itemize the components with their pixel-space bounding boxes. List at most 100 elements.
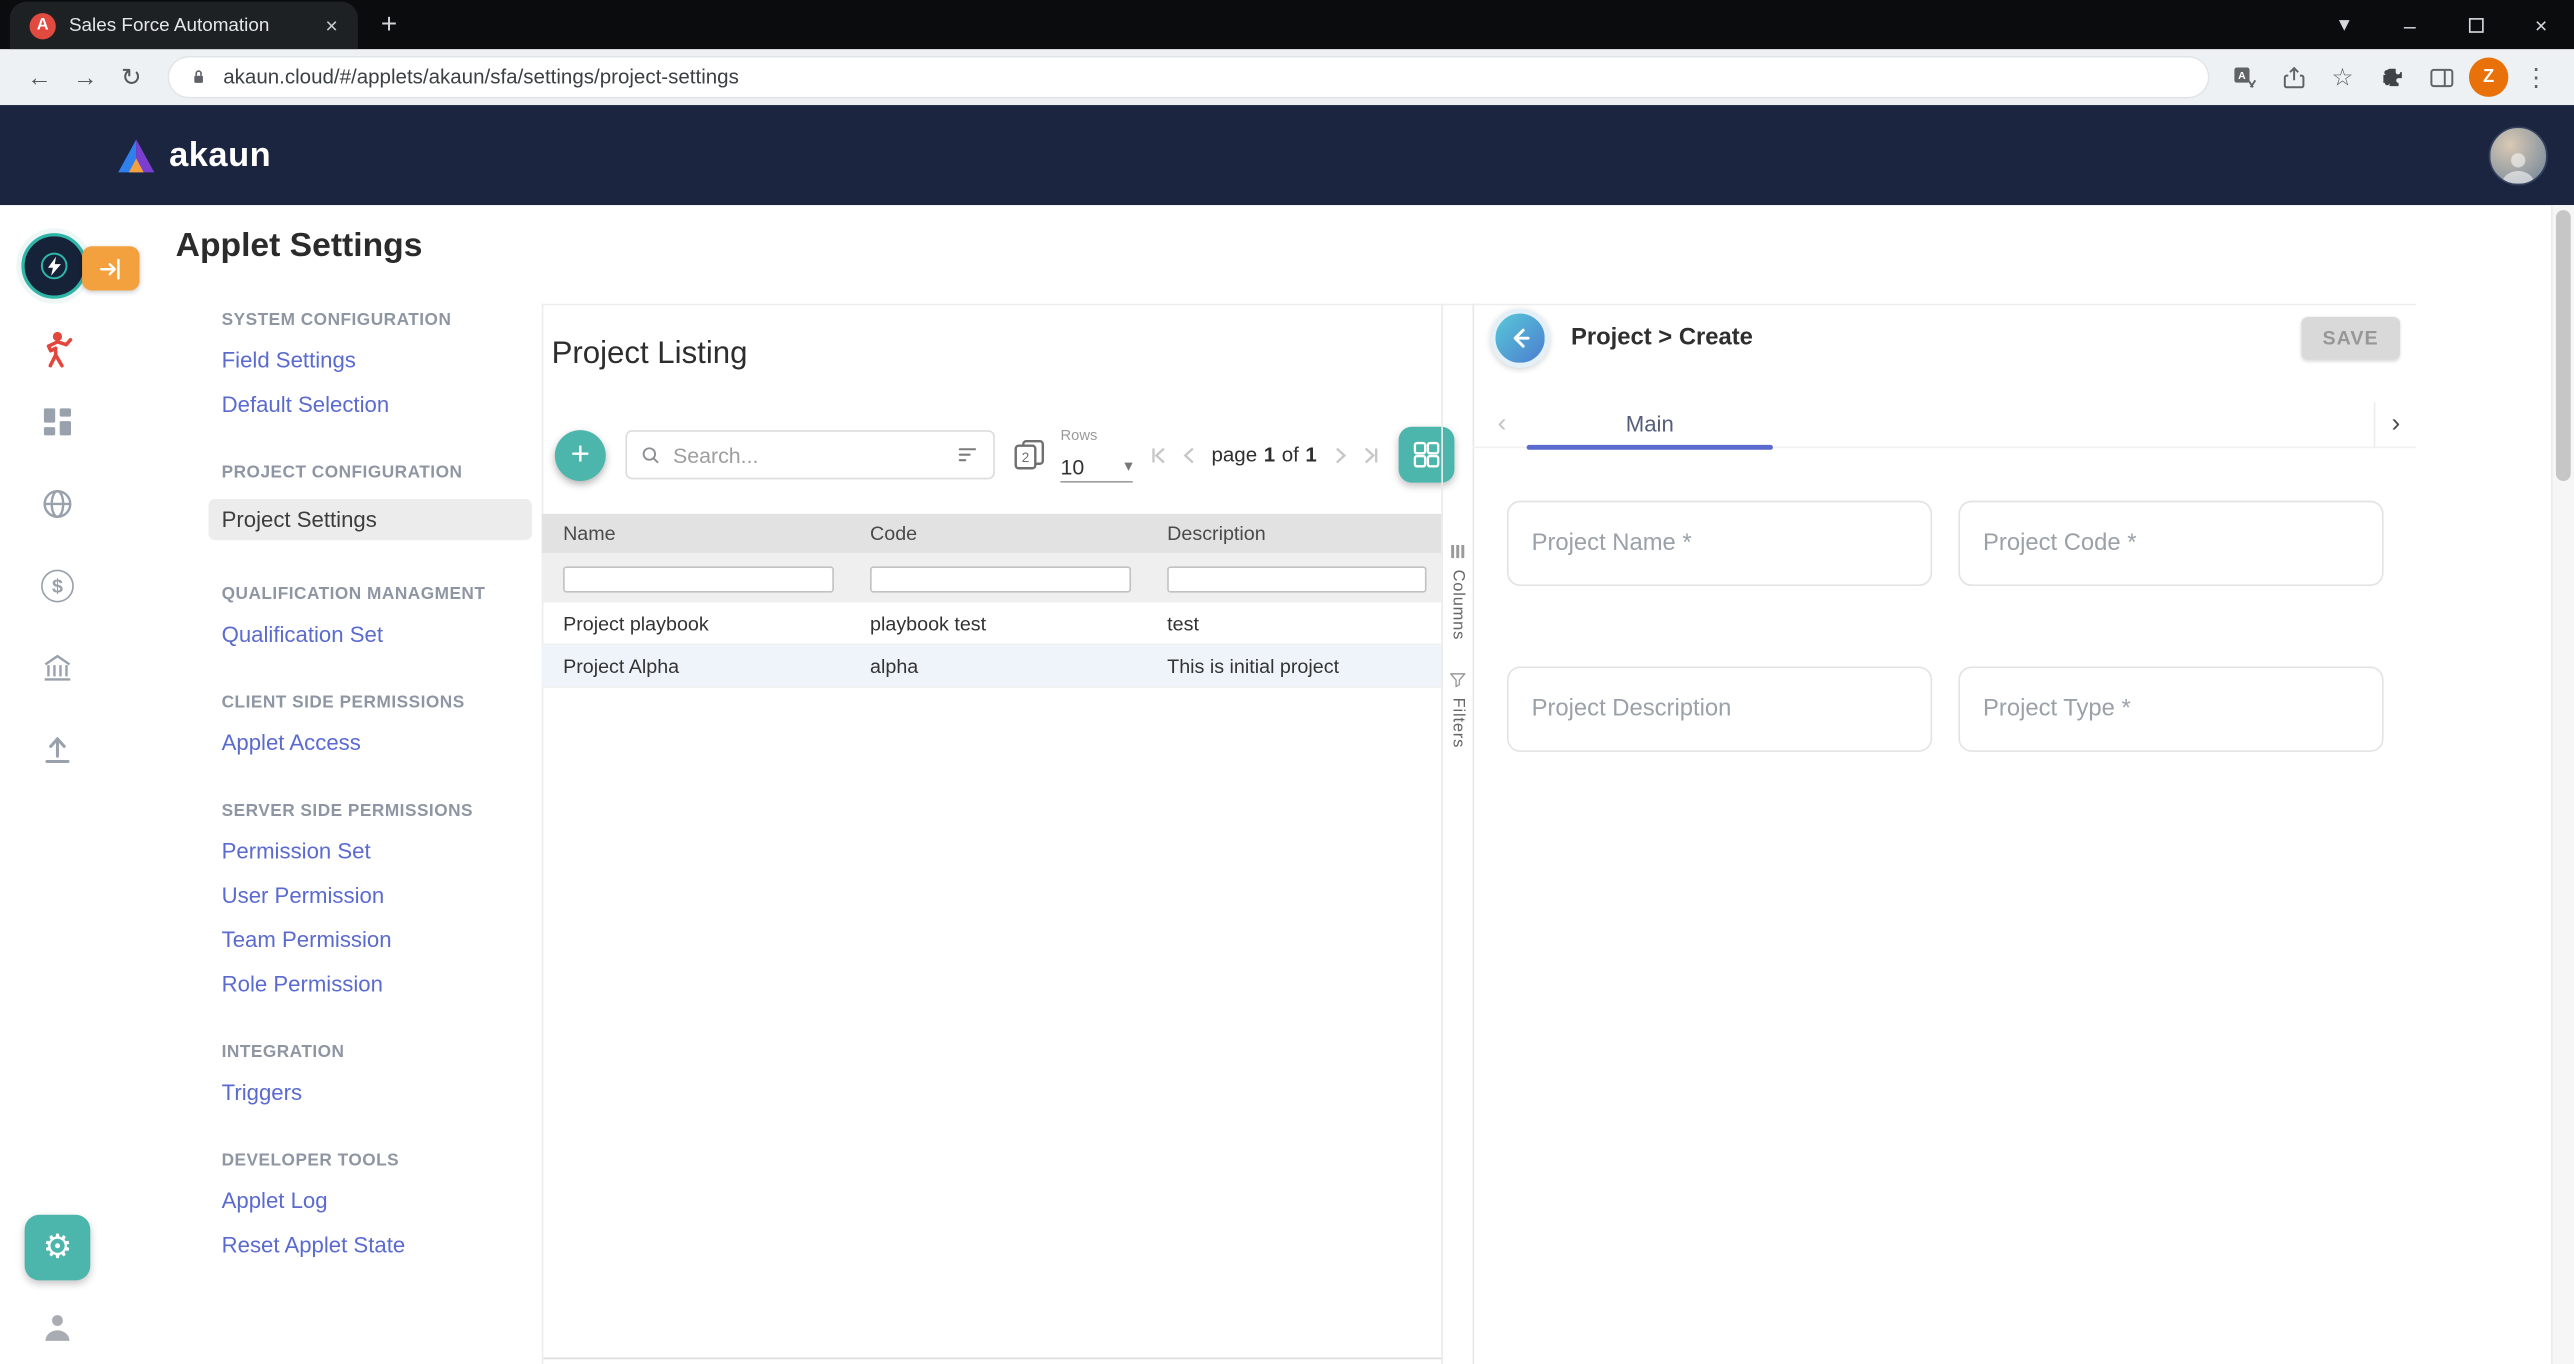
browser-tab-strip: A Sales Force Automation × + ▾ – ×: [0, 0, 2574, 49]
back-icon[interactable]: ←: [16, 54, 62, 100]
columns-icon: [1448, 542, 1468, 562]
rows-label: Rows: [1060, 427, 1132, 443]
back-button[interactable]: [1491, 309, 1550, 368]
section-label-system-configuration: SYSTEM CONFIGURATION: [222, 310, 536, 330]
tab-search-chevron-icon[interactable]: ▾: [2311, 0, 2377, 49]
sidebar-item-user-permission[interactable]: User Permission: [222, 882, 536, 910]
page-scrollbar[interactable]: [2551, 205, 2574, 1364]
globe-icon[interactable]: [0, 486, 115, 522]
project-name-input[interactable]: [1507, 501, 1932, 586]
window-close-button[interactable]: ×: [2508, 0, 2574, 49]
organization-icon[interactable]: [0, 650, 115, 686]
svg-text:2: 2: [1022, 450, 1030, 465]
sidebar-item-applet-log[interactable]: Applet Log: [222, 1187, 536, 1215]
add-project-button[interactable]: +: [555, 429, 606, 480]
lock-icon: [187, 66, 210, 89]
table-side-strip: Columns Filters: [1441, 304, 1472, 1364]
sidebar-item-team-permission[interactable]: Team Permission: [222, 926, 536, 954]
url-input[interactable]: akaun.cloud/#/applets/akaun/sfa/settings…: [167, 56, 2209, 99]
detail-header: Project > Create SAVE: [1491, 309, 2400, 368]
bookmark-star-icon[interactable]: ☆: [2321, 56, 2364, 99]
cell-description: test: [1146, 611, 1441, 634]
active-applet-icon[interactable]: [21, 233, 87, 299]
tabs-scroll-right-icon[interactable]: ›: [2374, 401, 2417, 447]
browser-window: A Sales Force Automation × + ▾ – × ← → ↻…: [0, 0, 2574, 1364]
prev-page-button[interactable]: [1174, 440, 1204, 470]
extension-icon[interactable]: [2370, 56, 2413, 99]
sidebar-item-default-selection[interactable]: Default Selection: [222, 391, 536, 419]
column-header-description: Description: [1146, 522, 1441, 545]
tab-main[interactable]: Main: [1527, 401, 1773, 447]
gear-icon: ⚙: [43, 1231, 72, 1264]
new-tab-button[interactable]: +: [381, 8, 397, 41]
rows-per-page-select[interactable]: Rows 10 ▾: [1060, 427, 1132, 483]
app-header: akaun: [0, 105, 2574, 205]
dashboard-icon[interactable]: [0, 404, 115, 440]
translate-icon[interactable]: A: [2223, 56, 2266, 99]
copy-pages-icon[interactable]: 2: [1011, 437, 1047, 473]
page-indicator: page 1 of 1: [1211, 443, 1316, 466]
tabs-scroll-left-icon[interactable]: ‹: [1477, 410, 1526, 440]
filter-input-name[interactable]: [563, 566, 834, 592]
settings-gear-button[interactable]: ⚙: [25, 1215, 91, 1281]
sidebar-item-triggers[interactable]: Triggers: [222, 1079, 536, 1107]
sidebar-item-role-permission[interactable]: Role Permission: [222, 970, 536, 998]
sidebar-item-project-settings[interactable]: Project Settings: [208, 499, 531, 540]
share-icon[interactable]: [2272, 56, 2315, 99]
akaun-logo-text: akaun: [169, 135, 271, 174]
browser-menu-icon[interactable]: ⋮: [2515, 56, 2558, 99]
applet-rail: $ ⚙: [0, 205, 115, 1364]
filter-input-code[interactable]: [870, 566, 1131, 592]
sidebar-item-applet-access[interactable]: Applet Access: [222, 729, 536, 757]
project-table: Name Code Description Project playbook p…: [542, 514, 1442, 688]
support-person-icon[interactable]: [0, 1310, 115, 1346]
last-page-button[interactable]: [1356, 440, 1386, 470]
project-description-input[interactable]: [1507, 666, 1932, 751]
browser-profile-avatar[interactable]: Z: [2469, 57, 2508, 96]
browser-tab[interactable]: A Sales Force Automation ×: [10, 2, 358, 50]
next-page-button[interactable]: [1325, 440, 1355, 470]
project-code-field: [1958, 501, 2383, 586]
first-page-button[interactable]: [1143, 440, 1173, 470]
section-label-client-side-permissions: CLIENT SIDE PERMISSIONS: [222, 693, 536, 713]
table-row[interactable]: Project playbook playbook test test: [542, 602, 1442, 645]
filters-side-tab[interactable]: Filters: [1443, 670, 1473, 748]
table-filter-row: [542, 553, 1442, 602]
user-avatar[interactable]: [2489, 126, 2548, 185]
cell-code: alpha: [849, 654, 1146, 677]
column-header-code: Code: [849, 522, 1146, 545]
sidebar-item-qualification-set[interactable]: Qualification Set: [222, 621, 536, 649]
table-row[interactable]: Project Alpha alpha This is initial proj…: [542, 645, 1442, 688]
address-bar-actions: A ☆ Z ⋮: [2223, 56, 2558, 99]
filter-list-icon[interactable]: [955, 442, 981, 468]
sidebar-item-permission-set[interactable]: Permission Set: [222, 837, 536, 865]
tab-close-icon[interactable]: ×: [318, 13, 344, 38]
project-code-input[interactable]: [1958, 501, 2383, 586]
save-button[interactable]: SAVE: [2301, 317, 2400, 360]
window-maximize-button[interactable]: [2443, 0, 2509, 49]
cell-code: playbook test: [849, 611, 1146, 634]
section-label-project-configuration: PROJECT CONFIGURATION: [222, 463, 536, 483]
forward-icon[interactable]: →: [62, 54, 108, 100]
upload-icon[interactable]: [0, 732, 115, 768]
sidebar-item-field-settings[interactable]: Field Settings: [222, 346, 536, 374]
applet-icon-red[interactable]: [0, 328, 115, 371]
refresh-icon[interactable]: ↻: [108, 54, 154, 100]
window-controls: ▾ – ×: [2311, 0, 2574, 49]
filter-input-description[interactable]: [1167, 566, 1426, 592]
side-panel-icon[interactable]: [2420, 56, 2463, 99]
open-applet-button[interactable]: [82, 246, 139, 290]
search-input[interactable]: [673, 442, 946, 467]
search-box[interactable]: [625, 430, 994, 479]
columns-side-tab[interactable]: Columns: [1443, 542, 1473, 640]
currency-icon[interactable]: $: [0, 570, 115, 603]
akaun-logo-triangle-icon: [115, 135, 158, 174]
project-type-input[interactable]: [1958, 666, 2383, 751]
cell-name: Project playbook: [542, 611, 849, 634]
listing-toolbar: + 2 Rows 10 ▾: [555, 425, 1441, 484]
scrollbar-thumb[interactable]: [2556, 210, 2571, 481]
window-minimize-button[interactable]: –: [2377, 0, 2443, 49]
sidebar-item-reset-applet-state[interactable]: Reset Applet State: [222, 1231, 536, 1259]
filter-funnel-icon: [1448, 670, 1468, 690]
project-type-field: [1958, 666, 2383, 751]
